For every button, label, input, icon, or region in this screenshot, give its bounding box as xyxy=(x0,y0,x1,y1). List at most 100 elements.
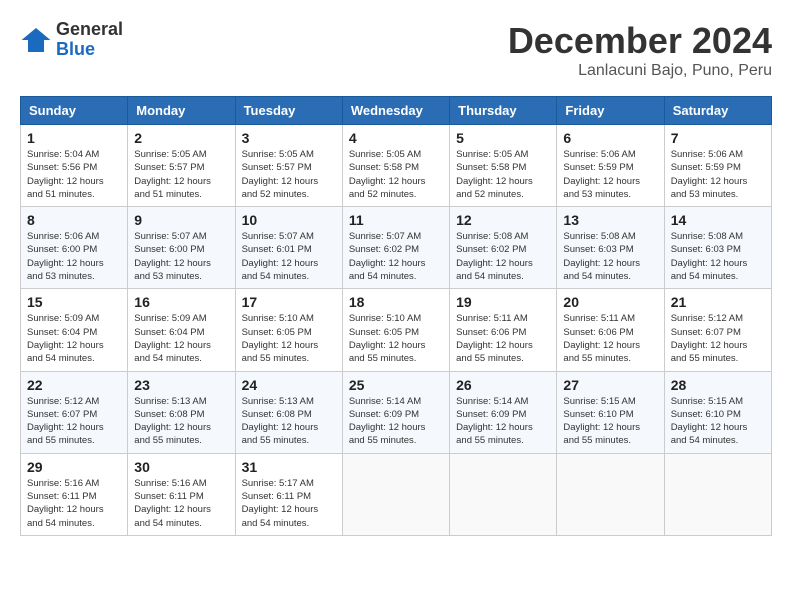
calendar-cell: 26 Sunrise: 5:14 AM Sunset: 6:09 PM Dayl… xyxy=(450,371,557,453)
calendar-cell xyxy=(664,453,771,535)
calendar-cell: 31 Sunrise: 5:17 AM Sunset: 6:11 PM Dayl… xyxy=(235,453,342,535)
calendar-cell xyxy=(557,453,664,535)
day-info: Sunrise: 5:16 AM Sunset: 6:11 PM Dayligh… xyxy=(27,477,121,530)
calendar-cell: 11 Sunrise: 5:07 AM Sunset: 6:02 PM Dayl… xyxy=(342,207,449,289)
day-info: Sunrise: 5:17 AM Sunset: 6:11 PM Dayligh… xyxy=(242,477,336,530)
day-number: 9 xyxy=(134,212,228,228)
calendar-cell xyxy=(450,453,557,535)
logo-blue: Blue xyxy=(56,40,123,60)
calendar-cell: 12 Sunrise: 5:08 AM Sunset: 6:02 PM Dayl… xyxy=(450,207,557,289)
calendar-cell: 8 Sunrise: 5:06 AM Sunset: 6:00 PM Dayli… xyxy=(21,207,128,289)
day-info: Sunrise: 5:09 AM Sunset: 6:04 PM Dayligh… xyxy=(134,312,228,365)
day-info: Sunrise: 5:16 AM Sunset: 6:11 PM Dayligh… xyxy=(134,477,228,530)
day-info: Sunrise: 5:07 AM Sunset: 6:01 PM Dayligh… xyxy=(242,230,336,283)
calendar-cell: 1 Sunrise: 5:04 AM Sunset: 5:56 PM Dayli… xyxy=(21,125,128,207)
calendar-cell: 18 Sunrise: 5:10 AM Sunset: 6:05 PM Dayl… xyxy=(342,289,449,371)
day-number: 21 xyxy=(671,294,765,310)
page-header: General Blue December 2024 Lanlacuni Baj… xyxy=(20,20,772,80)
calendar-week-3: 15 Sunrise: 5:09 AM Sunset: 6:04 PM Dayl… xyxy=(21,289,772,371)
day-info: Sunrise: 5:05 AM Sunset: 5:57 PM Dayligh… xyxy=(242,148,336,201)
day-info: Sunrise: 5:05 AM Sunset: 5:58 PM Dayligh… xyxy=(456,148,550,201)
logo: General Blue xyxy=(20,20,123,60)
calendar-cell: 23 Sunrise: 5:13 AM Sunset: 6:08 PM Dayl… xyxy=(128,371,235,453)
calendar-cell: 27 Sunrise: 5:15 AM Sunset: 6:10 PM Dayl… xyxy=(557,371,664,453)
calendar-cell: 6 Sunrise: 5:06 AM Sunset: 5:59 PM Dayli… xyxy=(557,125,664,207)
logo-icon xyxy=(20,24,52,56)
day-info: Sunrise: 5:06 AM Sunset: 5:59 PM Dayligh… xyxy=(563,148,657,201)
calendar-week-2: 8 Sunrise: 5:06 AM Sunset: 6:00 PM Dayli… xyxy=(21,207,772,289)
day-number: 23 xyxy=(134,377,228,393)
day-info: Sunrise: 5:14 AM Sunset: 6:09 PM Dayligh… xyxy=(456,395,550,448)
calendar-cell: 19 Sunrise: 5:11 AM Sunset: 6:06 PM Dayl… xyxy=(450,289,557,371)
day-number: 28 xyxy=(671,377,765,393)
calendar-cell: 29 Sunrise: 5:16 AM Sunset: 6:11 PM Dayl… xyxy=(21,453,128,535)
weekday-header-monday: Monday xyxy=(128,97,235,125)
day-number: 4 xyxy=(349,130,443,146)
day-info: Sunrise: 5:06 AM Sunset: 6:00 PM Dayligh… xyxy=(27,230,121,283)
day-number: 7 xyxy=(671,130,765,146)
day-number: 17 xyxy=(242,294,336,310)
weekday-header-saturday: Saturday xyxy=(664,97,771,125)
day-info: Sunrise: 5:05 AM Sunset: 5:58 PM Dayligh… xyxy=(349,148,443,201)
day-number: 16 xyxy=(134,294,228,310)
calendar-week-1: 1 Sunrise: 5:04 AM Sunset: 5:56 PM Dayli… xyxy=(21,125,772,207)
day-number: 2 xyxy=(134,130,228,146)
calendar-cell: 20 Sunrise: 5:11 AM Sunset: 6:06 PM Dayl… xyxy=(557,289,664,371)
day-number: 18 xyxy=(349,294,443,310)
day-number: 14 xyxy=(671,212,765,228)
weekday-header-row: SundayMondayTuesdayWednesdayThursdayFrid… xyxy=(21,97,772,125)
day-number: 27 xyxy=(563,377,657,393)
calendar-cell: 15 Sunrise: 5:09 AM Sunset: 6:04 PM Dayl… xyxy=(21,289,128,371)
day-number: 3 xyxy=(242,130,336,146)
calendar-week-4: 22 Sunrise: 5:12 AM Sunset: 6:07 PM Dayl… xyxy=(21,371,772,453)
day-info: Sunrise: 5:13 AM Sunset: 6:08 PM Dayligh… xyxy=(242,395,336,448)
day-number: 15 xyxy=(27,294,121,310)
weekday-header-thursday: Thursday xyxy=(450,97,557,125)
weekday-header-wednesday: Wednesday xyxy=(342,97,449,125)
month-title: December 2024 xyxy=(508,20,772,62)
calendar-cell: 5 Sunrise: 5:05 AM Sunset: 5:58 PM Dayli… xyxy=(450,125,557,207)
day-number: 19 xyxy=(456,294,550,310)
weekday-header-sunday: Sunday xyxy=(21,97,128,125)
calendar-cell: 14 Sunrise: 5:08 AM Sunset: 6:03 PM Dayl… xyxy=(664,207,771,289)
calendar-cell: 3 Sunrise: 5:05 AM Sunset: 5:57 PM Dayli… xyxy=(235,125,342,207)
weekday-header-tuesday: Tuesday xyxy=(235,97,342,125)
day-number: 30 xyxy=(134,459,228,475)
day-info: Sunrise: 5:06 AM Sunset: 5:59 PM Dayligh… xyxy=(671,148,765,201)
calendar-cell: 24 Sunrise: 5:13 AM Sunset: 6:08 PM Dayl… xyxy=(235,371,342,453)
calendar-cell: 22 Sunrise: 5:12 AM Sunset: 6:07 PM Dayl… xyxy=(21,371,128,453)
day-info: Sunrise: 5:08 AM Sunset: 6:03 PM Dayligh… xyxy=(563,230,657,283)
day-info: Sunrise: 5:11 AM Sunset: 6:06 PM Dayligh… xyxy=(563,312,657,365)
day-info: Sunrise: 5:08 AM Sunset: 6:02 PM Dayligh… xyxy=(456,230,550,283)
day-info: Sunrise: 5:10 AM Sunset: 6:05 PM Dayligh… xyxy=(242,312,336,365)
day-number: 22 xyxy=(27,377,121,393)
day-number: 8 xyxy=(27,212,121,228)
day-number: 1 xyxy=(27,130,121,146)
day-info: Sunrise: 5:07 AM Sunset: 6:00 PM Dayligh… xyxy=(134,230,228,283)
calendar-cell: 17 Sunrise: 5:10 AM Sunset: 6:05 PM Dayl… xyxy=(235,289,342,371)
day-info: Sunrise: 5:12 AM Sunset: 6:07 PM Dayligh… xyxy=(27,395,121,448)
day-number: 26 xyxy=(456,377,550,393)
day-info: Sunrise: 5:14 AM Sunset: 6:09 PM Dayligh… xyxy=(349,395,443,448)
calendar-cell: 9 Sunrise: 5:07 AM Sunset: 6:00 PM Dayli… xyxy=(128,207,235,289)
calendar-cell: 10 Sunrise: 5:07 AM Sunset: 6:01 PM Dayl… xyxy=(235,207,342,289)
location: Lanlacuni Bajo, Puno, Peru xyxy=(508,62,772,80)
calendar-cell: 13 Sunrise: 5:08 AM Sunset: 6:03 PM Dayl… xyxy=(557,207,664,289)
calendar-cell: 7 Sunrise: 5:06 AM Sunset: 5:59 PM Dayli… xyxy=(664,125,771,207)
day-info: Sunrise: 5:15 AM Sunset: 6:10 PM Dayligh… xyxy=(671,395,765,448)
weekday-header-friday: Friday xyxy=(557,97,664,125)
day-number: 6 xyxy=(563,130,657,146)
calendar-cell: 21 Sunrise: 5:12 AM Sunset: 6:07 PM Dayl… xyxy=(664,289,771,371)
calendar-week-5: 29 Sunrise: 5:16 AM Sunset: 6:11 PM Dayl… xyxy=(21,453,772,535)
calendar-cell: 30 Sunrise: 5:16 AM Sunset: 6:11 PM Dayl… xyxy=(128,453,235,535)
day-info: Sunrise: 5:11 AM Sunset: 6:06 PM Dayligh… xyxy=(456,312,550,365)
calendar-cell: 4 Sunrise: 5:05 AM Sunset: 5:58 PM Dayli… xyxy=(342,125,449,207)
day-info: Sunrise: 5:13 AM Sunset: 6:08 PM Dayligh… xyxy=(134,395,228,448)
day-info: Sunrise: 5:10 AM Sunset: 6:05 PM Dayligh… xyxy=(349,312,443,365)
day-number: 20 xyxy=(563,294,657,310)
day-info: Sunrise: 5:15 AM Sunset: 6:10 PM Dayligh… xyxy=(563,395,657,448)
day-number: 31 xyxy=(242,459,336,475)
logo-text: General Blue xyxy=(56,20,123,60)
day-number: 11 xyxy=(349,212,443,228)
calendar-cell: 16 Sunrise: 5:09 AM Sunset: 6:04 PM Dayl… xyxy=(128,289,235,371)
